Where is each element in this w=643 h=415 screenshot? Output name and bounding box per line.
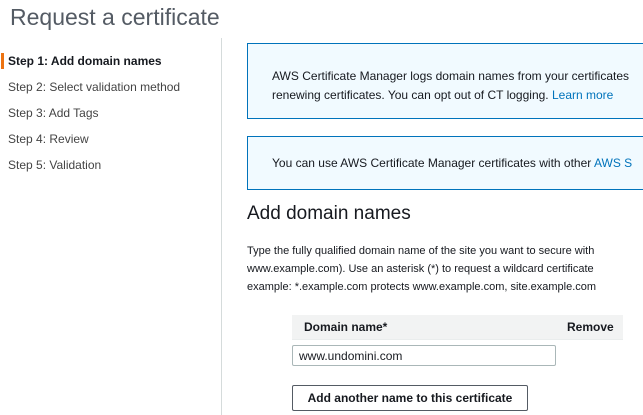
domain-table-header: Domain name* Remove [292,315,623,340]
wizard-steps-nav: Step 1: Add domain names Step 2: Select … [0,52,215,182]
services-info-text: You can use AWS Certificate Manager cert… [272,156,592,170]
aws-services-link[interactable]: AWS S [594,156,632,170]
ct-logging-info-box: AWS Certificate Manager logs domain name… [247,43,643,119]
description-line-1: Type the fully qualified domain name of … [247,245,595,257]
nav-divider [221,38,222,415]
description-line-2: www.example.com). Use an asterisk (*) to… [247,263,594,275]
step-add-domain-names[interactable]: Step 1: Add domain names [0,52,215,78]
domain-name-input[interactable] [292,345,556,366]
domain-name-column-header: Domain name* [304,320,388,334]
page-title: Request a certificate [10,4,220,30]
step-validation[interactable]: Step 5: Validation [0,156,215,182]
step-add-tags[interactable]: Step 3: Add Tags [0,104,215,130]
ct-info-text: renewing certificates. You can opt out o… [272,88,549,102]
section-description: Type the fully qualified domain name of … [247,242,643,296]
learn-more-link[interactable]: Learn more [552,88,613,102]
step-select-validation-method[interactable]: Step 2: Select validation method [0,78,215,104]
step-review[interactable]: Step 4: Review [0,130,215,156]
services-info-box: You can use AWS Certificate Manager cert… [247,136,643,190]
description-line-3: example: *.example.com protects www.exam… [247,281,597,293]
add-another-name-button[interactable]: Add another name to this certificate [292,385,528,411]
ct-info-line-1: AWS Certificate Manager logs domain name… [272,69,630,83]
ct-info-line-2: renewing certificates. You can opt out o… [272,86,643,105]
section-title: Add domain names [247,203,411,224]
remove-column-header: Remove [567,320,614,334]
